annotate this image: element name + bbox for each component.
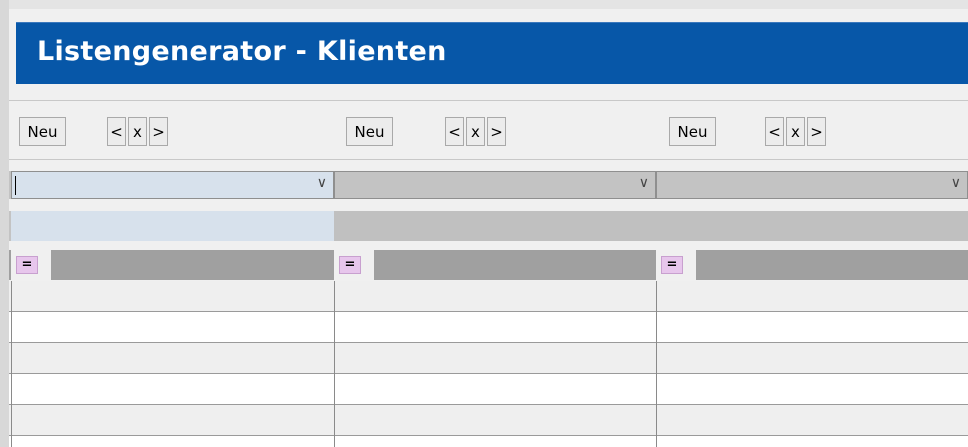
nav-group-col2: < x > [445, 117, 508, 146]
new-button-col1[interactable]: Neu [19, 117, 66, 146]
remove-button-col1[interactable]: x [128, 117, 147, 146]
next-button-col2[interactable]: > [487, 117, 506, 146]
column-header-col3[interactable]: = [656, 250, 968, 280]
prev-button-col1[interactable]: < [107, 117, 126, 146]
filter-input-col2[interactable] [334, 211, 656, 241]
table-row[interactable] [9, 374, 968, 405]
equals-button-col2[interactable]: = [339, 256, 361, 274]
column-divider [11, 281, 12, 447]
chevron-down-icon[interactable]: ∨ [639, 175, 649, 191]
result-grid [9, 281, 968, 447]
field-select-col1[interactable]: ∨ [11, 171, 334, 199]
table-row[interactable] [9, 405, 968, 436]
field-select-row: ∨ ∨ ∨ [9, 171, 968, 199]
table-row[interactable] [9, 312, 968, 343]
chevron-down-icon[interactable]: ∨ [951, 175, 961, 191]
column-header-row: = = = [9, 250, 968, 280]
nav-group-col1: < x > [107, 117, 170, 146]
window-title: Listengenerator - Klienten [37, 36, 447, 67]
equals-button-col3[interactable]: = [661, 256, 683, 274]
next-button-col3[interactable]: > [807, 117, 826, 146]
column-toolbar: Neu < x > Neu < x > Neu < x > [9, 100, 968, 160]
column-divider [334, 281, 335, 447]
field-select-col2[interactable]: ∨ [334, 171, 656, 199]
remove-button-col3[interactable]: x [786, 117, 805, 146]
next-button-col1[interactable]: > [149, 117, 168, 146]
text-caret [15, 176, 16, 195]
remove-button-col2[interactable]: x [466, 117, 485, 146]
prev-button-col2[interactable]: < [445, 117, 464, 146]
table-row[interactable] [9, 343, 968, 374]
nav-group-col3: < x > [765, 117, 828, 146]
table-row[interactable] [9, 436, 968, 447]
chevron-down-icon[interactable]: ∨ [317, 175, 327, 191]
prev-button-col3[interactable]: < [765, 117, 784, 146]
column-header-col2[interactable]: = [334, 250, 656, 280]
field-select-col3[interactable]: ∨ [656, 171, 968, 199]
list-generator-window: Listengenerator - Klienten Neu < x > Neu… [0, 0, 968, 447]
new-button-col2[interactable]: Neu [346, 117, 393, 146]
title-bar: Listengenerator - Klienten [16, 22, 968, 84]
equals-button-col1[interactable]: = [16, 256, 38, 274]
filter-row [9, 211, 968, 241]
new-button-col3[interactable]: Neu [669, 117, 716, 146]
column-header-col1[interactable]: = [11, 250, 334, 280]
table-row[interactable] [9, 281, 968, 312]
column-divider [656, 281, 657, 447]
filter-input-col3[interactable] [656, 211, 968, 241]
filter-input-col1[interactable] [11, 211, 334, 241]
